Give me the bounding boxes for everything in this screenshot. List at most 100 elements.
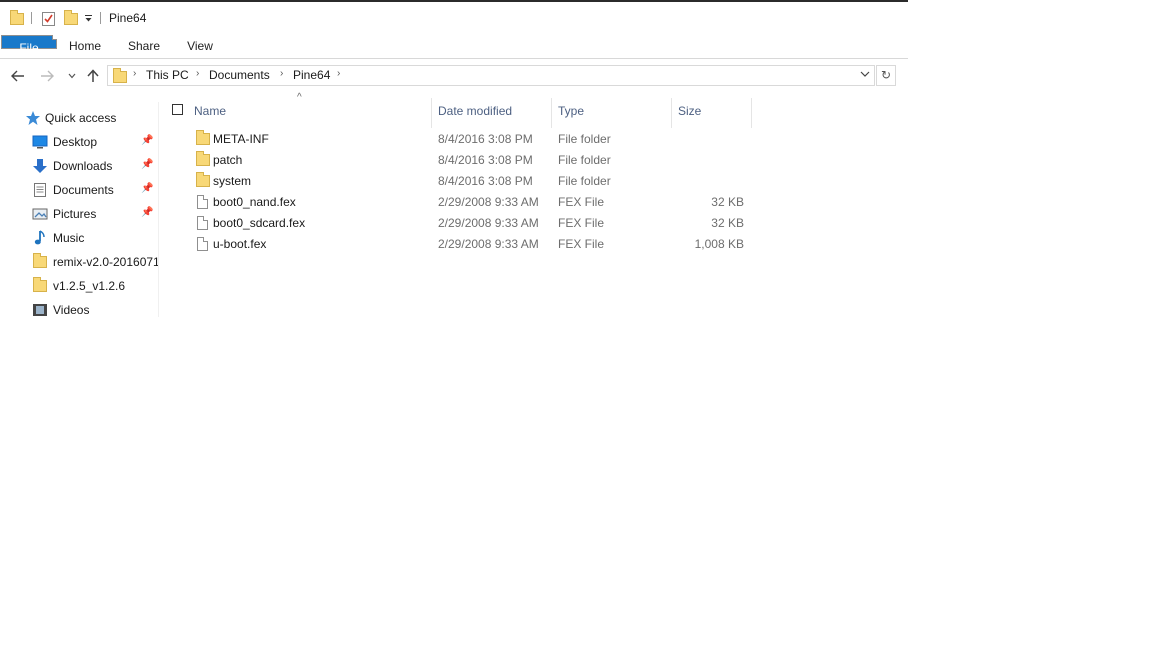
refresh-icon[interactable]: ↻ (876, 65, 896, 86)
properties-icon[interactable] (42, 10, 55, 26)
file-date: 2/29/2008 9:33 AM (438, 216, 539, 230)
pin-icon[interactable]: 📌 (141, 207, 153, 218)
desktop-icon (32, 134, 48, 150)
folder-icon (196, 172, 210, 189)
pictures-icon (32, 206, 48, 222)
download-icon (32, 158, 48, 174)
recent-locations-chevron-icon[interactable] (63, 67, 81, 85)
sidebar-item-label: Desktop (53, 135, 98, 149)
file-date: 8/4/2016 3:08 PM (438, 132, 533, 146)
window-title: Pine64 (109, 11, 147, 25)
sidebar-item-videos[interactable]: Videos (0, 299, 158, 317)
address-bar[interactable]: › This PC › Documents › Pine64 › (107, 65, 875, 86)
sort-ascending-icon: ^ (297, 92, 302, 103)
sidebar-item-label: Downloads (53, 159, 113, 173)
file-date: 8/4/2016 3:08 PM (438, 153, 533, 167)
file-row[interactable]: patch 8/4/2016 3:08 PM File folder (160, 150, 760, 171)
sidebar-item-label: Videos (53, 303, 90, 317)
folder-icon (33, 277, 49, 294)
breadcrumb-this-pc[interactable]: This PC (146, 68, 189, 82)
sidebar-item-pictures[interactable]: Pictures 📌 (0, 203, 158, 225)
sidebar-item-quick-access[interactable]: Quick access (0, 107, 158, 129)
new-folder-icon[interactable] (64, 10, 78, 26)
file-date: 2/29/2008 9:33 AM (438, 195, 539, 209)
folder-icon[interactable] (10, 10, 24, 26)
file-size: 32 KB (711, 195, 744, 209)
file-row[interactable]: boot0_nand.fex 2/29/2008 9:33 AM FEX Fil… (160, 192, 760, 213)
file-row[interactable]: u-boot.fex 2/29/2008 9:33 AM FEX File 1,… (160, 234, 760, 255)
file-type: File folder (558, 174, 611, 188)
sidebar-item-label: Documents (53, 183, 114, 197)
title-bar: Pine64 (0, 2, 908, 34)
folder-icon (33, 253, 49, 270)
sidebar-item-remix[interactable]: remix-v2.0-2016071 (0, 251, 158, 273)
sidebar-item-label: v1.2.5_v1.2.6 (53, 279, 126, 293)
tab-share[interactable]: Share (120, 34, 168, 58)
address-dropdown-icon[interactable] (860, 69, 870, 80)
folder-icon (113, 68, 127, 83)
folder-icon (196, 151, 210, 168)
file-name: boot0_sdcard.fex (213, 216, 306, 230)
file-icon (196, 236, 210, 252)
file-name: patch (213, 153, 243, 167)
file-name: META-INF (213, 132, 269, 146)
file-date: 8/4/2016 3:08 PM (438, 174, 533, 188)
sidebar-item-downloads[interactable]: Downloads 📌 (0, 155, 158, 177)
explorer-window: Pine64 File Home Share View › This PC › … (0, 0, 908, 317)
back-arrow-icon[interactable] (9, 67, 27, 85)
file-icon (196, 194, 210, 210)
file-type: File folder (558, 153, 611, 167)
ribbon: File Home Share View (0, 34, 908, 59)
file-size: 1,008 KB (694, 237, 744, 251)
sidebar-item-desktop[interactable]: Desktop 📌 (0, 131, 158, 153)
sidebar-item-label: Pictures (53, 207, 97, 221)
sidebar-item-v125[interactable]: v1.2.5_v1.2.6 (0, 275, 158, 297)
customize-toolbar-dropdown-icon[interactable] (84, 10, 93, 26)
up-arrow-icon[interactable] (84, 67, 102, 85)
folder-icon (196, 130, 210, 147)
column-header-row: ^ Name Date modified Type Size (160, 92, 908, 128)
file-row[interactable]: META-INF 8/4/2016 3:08 PM File folder (160, 129, 760, 150)
file-name: system (213, 174, 252, 188)
sidebar-item-music[interactable]: Music (0, 227, 158, 249)
pin-icon[interactable]: 📌 (141, 183, 153, 194)
breadcrumb-documents[interactable]: Documents (209, 68, 270, 82)
navigation-pane: Quick access Desktop 📌 Downloads 📌 Docum… (0, 102, 159, 317)
tab-view[interactable]: View (180, 34, 220, 58)
file-name: u-boot.fex (213, 237, 267, 251)
chevron-right-icon[interactable]: › (133, 68, 136, 79)
pin-icon[interactable]: 📌 (141, 135, 153, 146)
navigation-bar: › This PC › Documents › Pine64 › ↻ (0, 59, 908, 92)
file-list: ^ Name Date modified Type Size META-INF … (160, 92, 908, 317)
file-name: boot0_nand.fex (213, 195, 296, 209)
chevron-right-icon[interactable]: › (337, 68, 340, 79)
file-row[interactable]: boot0_sdcard.fex 2/29/2008 9:33 AM FEX F… (160, 213, 760, 234)
file-type: File folder (558, 132, 611, 146)
chevron-right-icon[interactable]: › (280, 68, 283, 79)
pin-icon[interactable]: 📌 (141, 159, 153, 170)
file-icon (196, 215, 210, 231)
music-icon (32, 230, 48, 246)
column-header-name[interactable]: Name (194, 104, 226, 118)
chevron-right-icon[interactable]: › (196, 68, 199, 79)
column-header-size[interactable]: Size (678, 104, 701, 118)
file-type: FEX File (558, 195, 605, 209)
tab-home[interactable]: Home (62, 34, 108, 58)
file-type: FEX File (558, 237, 605, 251)
file-type: FEX File (558, 216, 605, 230)
documents-icon (32, 182, 48, 198)
tab-file[interactable]: File (1, 35, 57, 55)
sidebar-item-documents[interactable]: Documents 📌 (0, 179, 158, 201)
sidebar-item-label: remix-v2.0-2016071 (53, 255, 159, 269)
breadcrumb-pine64[interactable]: Pine64 (293, 68, 330, 82)
sidebar-item-label: Quick access (45, 111, 117, 125)
star-icon (25, 110, 41, 126)
column-header-type[interactable]: Type (558, 104, 584, 118)
videos-icon (32, 302, 48, 317)
forward-arrow-icon[interactable] (38, 67, 56, 85)
file-row[interactable]: system 8/4/2016 3:08 PM File folder (160, 171, 760, 192)
file-date: 2/29/2008 9:33 AM (438, 237, 539, 251)
file-size: 32 KB (711, 216, 744, 230)
select-all-checkbox[interactable] (172, 104, 183, 115)
column-header-date[interactable]: Date modified (438, 104, 512, 118)
